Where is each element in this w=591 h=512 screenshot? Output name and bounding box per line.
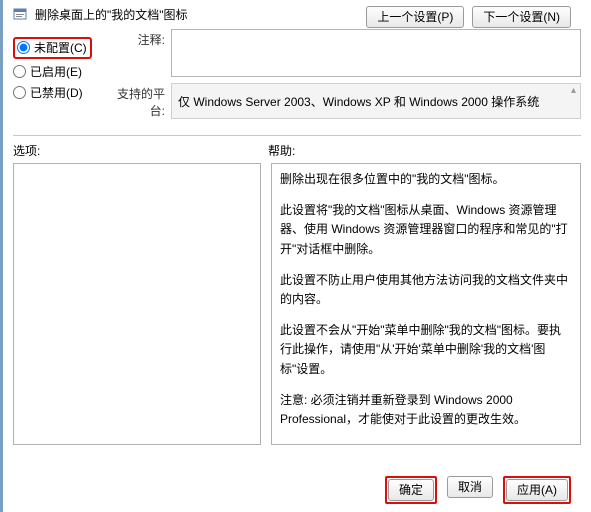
cancel-button[interactable]: 取消 bbox=[447, 476, 493, 498]
radio-not-configured-label: 未配置(C) bbox=[34, 39, 87, 56]
help-paragraph: 此设置不防止用户使用其他方法访问我的文档文件夹中的内容。 bbox=[280, 271, 572, 309]
radio-enabled[interactable] bbox=[13, 65, 26, 78]
prev-setting-button[interactable]: 上一个设置(P) bbox=[366, 6, 464, 28]
not-configured-highlight: 未配置(C) bbox=[13, 37, 92, 59]
radio-group: 未配置(C) 已启用(E) 已禁用(D) bbox=[13, 29, 103, 125]
radio-not-configured[interactable] bbox=[17, 41, 30, 54]
help-paragraph: 删除出现在很多位置中的"我的文档"图标。 bbox=[280, 170, 572, 189]
nav-buttons: 上一个设置(P) 下一个设置(N) bbox=[366, 6, 571, 28]
help-paragraph: 注意: 必须注销并重新登录到 Windows 2000 Professional… bbox=[280, 391, 572, 429]
comment-label: 注释: bbox=[111, 29, 171, 77]
platform-text: 仅 Windows Server 2003、Windows XP 和 Windo… bbox=[178, 93, 539, 110]
options-label: 选项: bbox=[13, 142, 268, 159]
comment-input[interactable] bbox=[171, 29, 581, 77]
ok-highlight: 确定 bbox=[385, 476, 437, 504]
panels-header: 选项: 帮助: bbox=[13, 142, 581, 159]
panels: 删除出现在很多位置中的"我的文档"图标。 此设置将"我的文档"图标从桌面、Win… bbox=[13, 163, 581, 445]
page-title: 删除桌面上的"我的文档"图标 bbox=[35, 6, 188, 23]
apply-button[interactable]: 应用(A) bbox=[506, 479, 568, 501]
radio-disabled[interactable] bbox=[13, 86, 26, 99]
platform-box: 仅 Windows Server 2003、Windows XP 和 Windo… bbox=[171, 83, 581, 119]
radio-disabled-label: 已禁用(D) bbox=[30, 84, 83, 101]
bottom-buttons: 确定 取消 应用(A) bbox=[385, 476, 571, 504]
right-column: 注释: 支持的平台: 仅 Windows Server 2003、Windows… bbox=[111, 29, 581, 125]
scroll-up-icon[interactable]: ▴ bbox=[571, 86, 576, 96]
help-label: 帮助: bbox=[268, 142, 295, 159]
platform-label: 支持的平台: bbox=[111, 83, 171, 119]
separator bbox=[13, 135, 581, 136]
next-setting-button[interactable]: 下一个设置(N) bbox=[472, 6, 571, 28]
options-panel bbox=[13, 163, 261, 445]
policy-icon bbox=[13, 7, 29, 23]
help-panel[interactable]: 删除出现在很多位置中的"我的文档"图标。 此设置将"我的文档"图标从桌面、Win… bbox=[271, 163, 581, 445]
radio-enabled-label: 已启用(E) bbox=[30, 63, 82, 80]
help-paragraph: 此设置不会从"开始"菜单中删除"我的文档"图标。要执行此操作，请使用"从'开始'… bbox=[280, 321, 572, 379]
ok-button[interactable]: 确定 bbox=[388, 479, 434, 501]
help-paragraph: 此设置将"我的文档"图标从桌面、Windows 资源管理器、使用 Windows… bbox=[280, 201, 572, 259]
apply-highlight: 应用(A) bbox=[503, 476, 571, 504]
main-area: 未配置(C) 已启用(E) 已禁用(D) 注释: 支持的平台: 仅 Window… bbox=[13, 29, 581, 125]
